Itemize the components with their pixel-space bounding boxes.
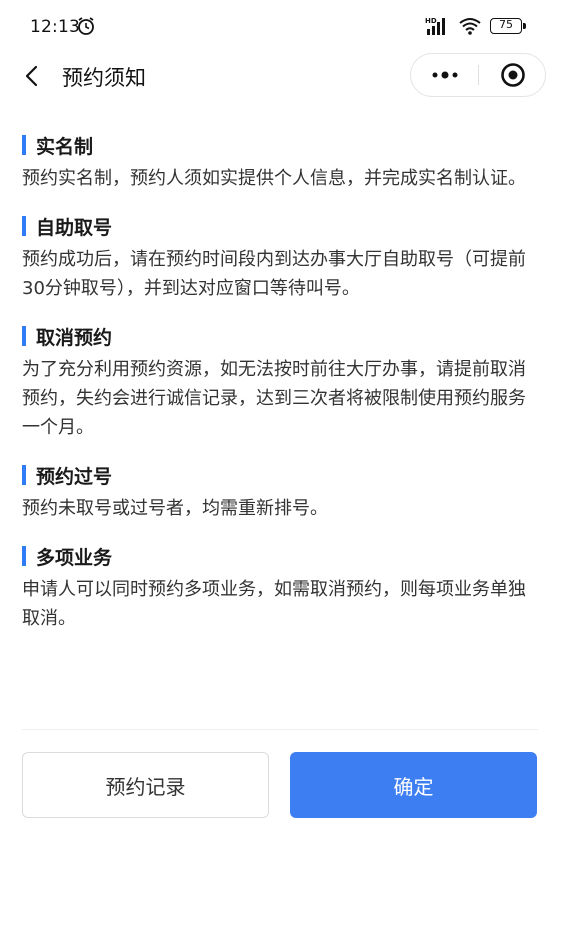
section-multiple: 多项业务 申请人可以同时预约多项业务，如需取消预约，则每项业务单独取消。 xyxy=(22,541,542,633)
section-marker xyxy=(22,465,26,485)
footer-divider xyxy=(22,729,538,730)
status-time: 12:13 xyxy=(30,17,80,37)
more-button[interactable] xyxy=(411,54,479,96)
section-missed: 预约过号 预约未取号或过号者，均需重新排号。 xyxy=(22,460,542,523)
notice-content: 实名制 预约实名制，预约人须如实提供个人信息，并完成实名制认证。 自助取号 预约… xyxy=(22,130,542,651)
section-text: 为了充分利用预约资源，如无法按时前往大厅办事，请提前取消预约，失约会进行诚信记录… xyxy=(22,359,526,438)
section-title: 自助取号 xyxy=(36,216,113,239)
section-text: 预约成功后，请在预约时间段内到达办事大厅自助取号（可提前30分钟取号），并到达对… xyxy=(22,249,526,299)
page: 12:13 HD 75 预约须知 实名制 预约实名制，预约人须如实提供个人信息，… xyxy=(0,0,561,925)
battery-tip xyxy=(523,23,526,29)
more-dots-icon xyxy=(432,71,458,79)
close-circle-icon xyxy=(501,63,525,87)
section-header: 取消预约 xyxy=(22,321,542,351)
section-marker xyxy=(22,326,26,346)
section-title: 多项业务 xyxy=(36,546,113,569)
mini-program-capsule xyxy=(410,53,546,97)
section-header: 自助取号 xyxy=(22,211,542,241)
booking-records-button[interactable]: 预约记录 xyxy=(22,752,269,818)
confirm-button[interactable]: 确定 xyxy=(290,752,537,818)
section-cancel: 取消预约 为了充分利用预约资源，如无法按时前往大厅办事，请提前取消预约，失约会进… xyxy=(22,321,542,442)
section-header: 实名制 xyxy=(22,130,542,160)
section-text: 预约未取号或过号者，均需重新排号。 xyxy=(22,498,328,519)
battery-indicator: 75 xyxy=(490,18,526,34)
section-title: 预约过号 xyxy=(36,465,113,488)
section-title: 取消预约 xyxy=(36,326,113,349)
signal-icon: HD xyxy=(425,17,445,35)
section-header: 预约过号 xyxy=(22,460,542,490)
alarm-clock-icon xyxy=(78,17,94,35)
status-bar: 12:13 HD 75 xyxy=(0,0,561,50)
section-real-name: 实名制 预约实名制，预约人须如实提供个人信息，并完成实名制认证。 xyxy=(22,130,542,193)
section-self-ticket: 自助取号 预约成功后，请在预约时间段内到达办事大厅自助取号（可提前30分钟取号）… xyxy=(22,211,542,303)
section-marker xyxy=(22,216,26,236)
section-marker xyxy=(22,135,26,155)
section-text: 预约实名制，预约人须如实提供个人信息，并完成实名制认证。 xyxy=(22,168,526,189)
page-title: 预约须知 xyxy=(62,66,146,90)
chevron-left-icon[interactable] xyxy=(18,62,46,90)
wifi-icon xyxy=(459,18,481,35)
battery-level: 75 xyxy=(499,18,513,31)
nav-bar: 预约须知 xyxy=(0,50,561,102)
section-title: 实名制 xyxy=(36,135,94,158)
network-badge: HD xyxy=(425,17,437,25)
section-text: 申请人可以同时预约多项业务，如需取消预约，则每项业务单独取消。 xyxy=(22,579,526,629)
section-header: 多项业务 xyxy=(22,541,542,571)
close-button[interactable] xyxy=(479,54,547,96)
section-marker xyxy=(22,546,26,566)
